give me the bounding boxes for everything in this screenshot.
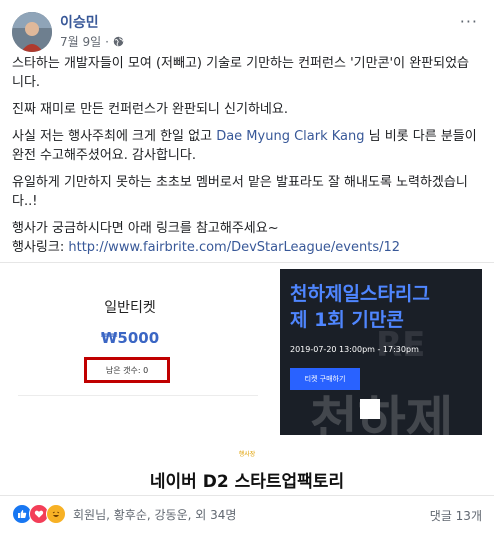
comments-count[interactable]: 댓글 13개: [430, 507, 482, 524]
paragraph-text: 행사링크:: [12, 240, 69, 255]
shared-image-attachment[interactable]: 일반티켓 ₩5000 남은 갯수: 0 RE 천하제 천하제일스타리그 제 1회…: [0, 262, 494, 496]
venue-name: 네이버 D2 스타트업팩토리: [149, 472, 345, 492]
event-link[interactable]: http://www.fairbrite.com/DevStarLeague/e…: [68, 240, 400, 255]
post-date[interactable]: 7월 9일: [60, 33, 101, 50]
more-options-icon[interactable]: ···: [460, 12, 478, 31]
haha-reaction-icon: [46, 504, 66, 524]
ticket-price: ₩5000: [100, 329, 160, 347]
buy-ticket-button: 티켓 구매하기: [290, 368, 360, 390]
banner-cursor-block: [360, 399, 380, 419]
post-paragraph: 행사가 궁금하시다면 아래 링크를 참고해주세요~ 행사링크: http://w…: [12, 219, 478, 257]
globe-icon[interactable]: [113, 36, 124, 47]
reactions-summary[interactable]: 회원님, 황후순, 강동운, 외 34명: [12, 504, 236, 524]
banner-date: 2019-07-20 13:00pm - 17:30pm: [290, 345, 419, 354]
reactions-names[interactable]: 회원님, 황후순, 강동운, 외 34명: [73, 506, 236, 523]
paragraph-text: 행사가 궁금하시다면 아래 링크를 참고해주세요~: [12, 221, 279, 236]
post-paragraph: 진짜 재미로 만든 컨퍼런스가 완판되니 신기하네요.: [12, 102, 288, 117]
post-body: 스타하는 개발자들이 모여 (저빼고) 기술로 기만하는 컨퍼런스 '기만콘'이…: [12, 54, 478, 265]
post-meta: 7월 9일 ·: [60, 33, 124, 50]
ticket-panel: 일반티켓 ₩5000 남은 갯수: 0: [0, 263, 270, 443]
post-paragraph: 스타하는 개발자들이 모여 (저빼고) 기술로 기만하는 컨퍼런스 '기만콘'이…: [12, 56, 469, 90]
event-banner: RE 천하제 천하제일스타리그 제 1회 기만콘 2019-07-20 13:0…: [280, 269, 482, 435]
ticket-title: 일반티켓: [104, 300, 156, 316]
facebook-post: 이승민 7월 9일 · ··· 스타하는 개발자들이 모여 (저빼고) 기술로 …: [0, 0, 494, 534]
author-avatar[interactable]: [12, 12, 52, 52]
author-name[interactable]: 이승민: [60, 12, 99, 32]
divider: [18, 395, 258, 396]
banner-subtitle: 제 1회 기만콘: [290, 309, 404, 331]
post-paragraph: 사실 저는 행사주최에 크게 한일 없고 Dae Myung Clark Kan…: [12, 127, 478, 165]
remaining-count-highlight: 남은 갯수: 0: [84, 357, 170, 383]
avatar-photo-icon: [12, 12, 52, 52]
venue-label: 행사장: [238, 451, 256, 458]
mentioned-user-link[interactable]: Dae Myung Clark Kang: [216, 129, 364, 144]
post-header: 이승민 7월 9일 · ···: [0, 0, 494, 58]
paragraph-text: 사실 저는 행사주최에 크게 한일 없고: [12, 129, 217, 144]
post-paragraph: 유일하게 기만하지 못하는 초초보 멤버로서 맡은 발표라도 잘 해내도록 노력…: [12, 175, 468, 209]
meta-separator: ·: [105, 34, 109, 49]
post-footer: 회원님, 황후순, 강동운, 외 34명 댓글 13개: [0, 494, 494, 534]
banner-title: 천하제일스타리그: [290, 283, 430, 305]
